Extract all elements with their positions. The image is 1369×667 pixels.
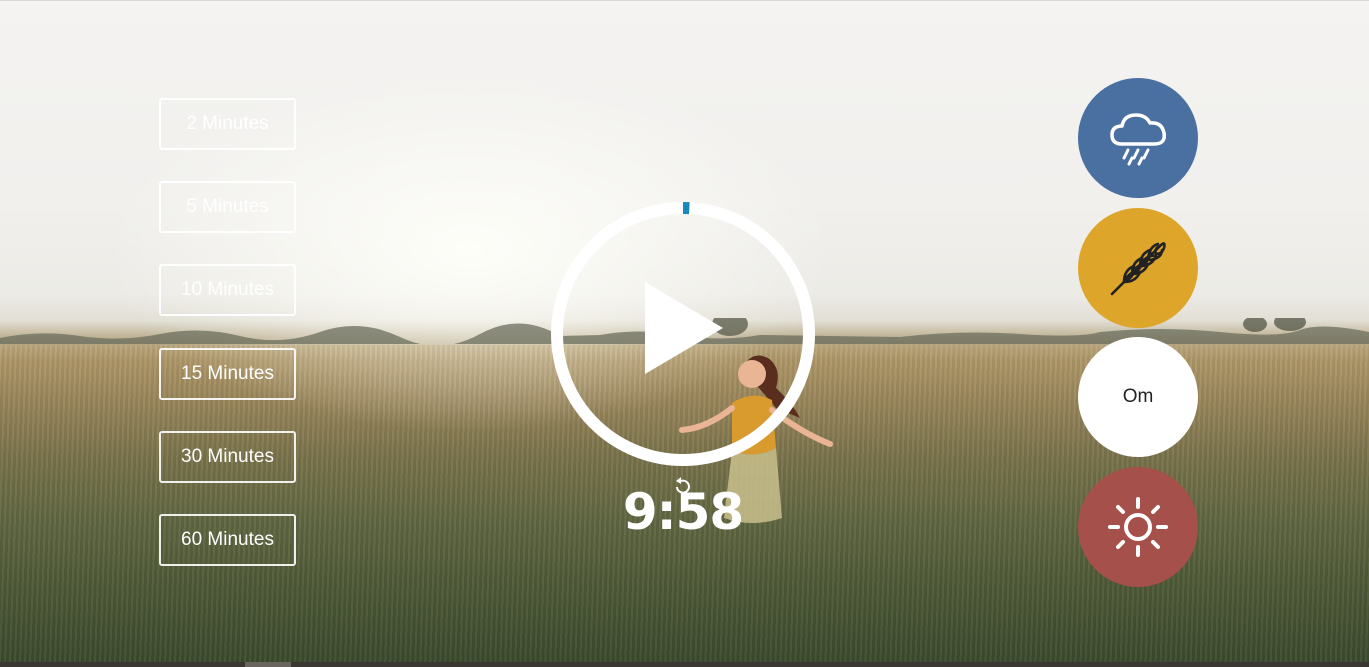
duration-60-button[interactable]: 60 Minutes — [159, 514, 296, 566]
wheat-sound-button[interactable] — [1078, 208, 1198, 328]
video-progress-thumb[interactable] — [245, 662, 291, 667]
sun-sound-button[interactable] — [1078, 467, 1198, 587]
video-progress-bar[interactable] — [0, 662, 1369, 667]
sun-icon — [1108, 497, 1168, 557]
top-border — [0, 0, 1369, 1]
duration-10-button[interactable]: 10 Minutes — [159, 264, 296, 316]
duration-2-button[interactable]: 2 Minutes — [159, 98, 296, 150]
play-button[interactable] — [545, 196, 821, 472]
timer-display: 9:58 — [622, 483, 744, 541]
play-icon — [645, 282, 723, 374]
wheat-icon — [1110, 242, 1166, 296]
rain-cloud-icon — [1110, 113, 1167, 166]
rain-sound-button[interactable] — [1078, 78, 1198, 198]
duration-15-button[interactable]: 15 Minutes — [159, 348, 296, 400]
duration-30-button[interactable]: 30 Minutes — [159, 431, 296, 483]
duration-5-button[interactable]: 5 Minutes — [159, 181, 296, 233]
om-sound-button[interactable]: Om — [1078, 337, 1198, 457]
om-label: Om — [1122, 386, 1154, 407]
